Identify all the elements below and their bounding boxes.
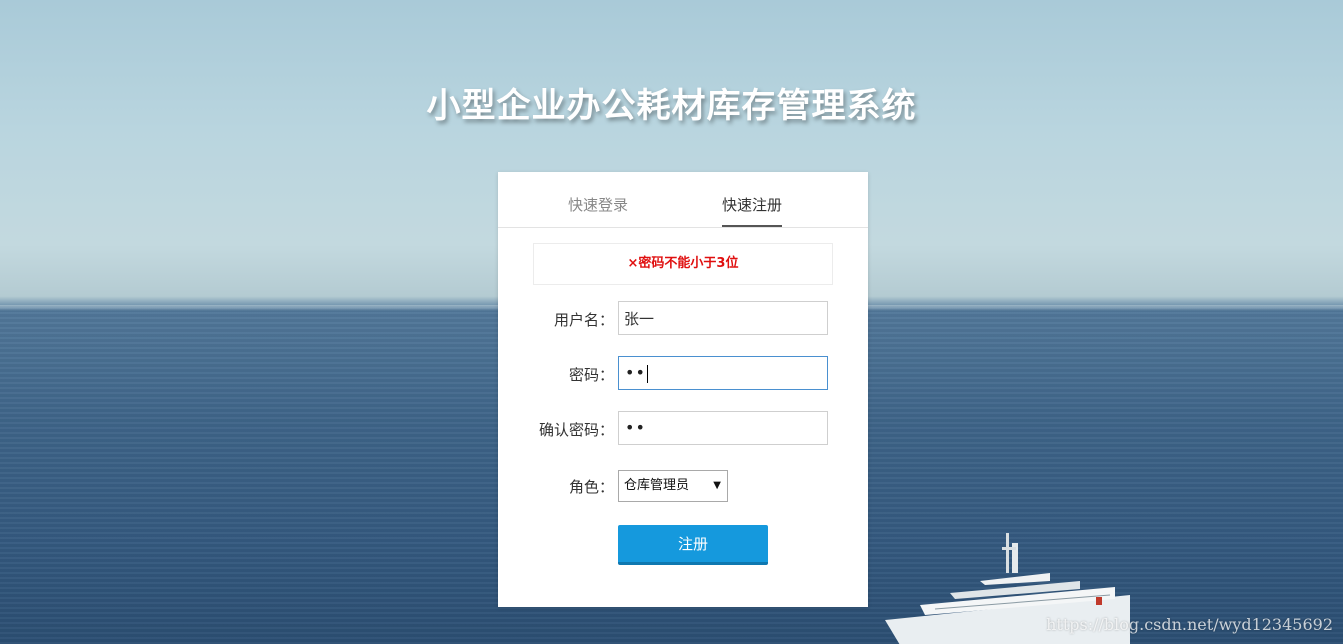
role-select[interactable]: 仓库管理员 ▼ [618, 470, 728, 502]
tab-bar: 快速登录 快速注册 [498, 172, 868, 228]
register-button[interactable]: 注册 [618, 525, 768, 565]
password-row: 密码： •• [498, 356, 868, 390]
password-label: 密码： [568, 366, 614, 384]
username-row: 用户名： [498, 301, 868, 335]
password-mask: •• [625, 363, 646, 382]
tab-quick-login[interactable]: 快速登录 [568, 194, 628, 225]
password-input[interactable]: •• [618, 356, 828, 390]
dropdown-arrow-icon: ▼ [713, 480, 721, 491]
confirm-password-mask: •• [625, 418, 646, 437]
role-label: 角色： [568, 478, 614, 496]
text-caret [646, 364, 648, 383]
confirm-password-row: 确认密码： •• [498, 411, 868, 445]
register-card: 快速登录 快速注册 ×密码不能小于3位 用户名： 密码： •• 确认密码： ••… [498, 172, 868, 607]
tab-quick-register[interactable]: 快速注册 [722, 194, 783, 227]
page-title: 小型企业办公耗材库存管理系统 [426, 86, 917, 126]
confirm-password-label: 确认密码： [538, 421, 614, 439]
role-selected-value: 仓库管理员 [624, 478, 690, 493]
watermark-url: https://blog.csdn.net/wyd12345692 [1046, 615, 1333, 634]
confirm-password-input[interactable]: •• [618, 411, 828, 445]
error-message: ×密码不能小于3位 [533, 243, 833, 285]
role-row: 角色： 仓库管理员 ▼ [498, 470, 868, 504]
username-input[interactable] [618, 301, 828, 335]
username-label: 用户名： [553, 311, 614, 329]
